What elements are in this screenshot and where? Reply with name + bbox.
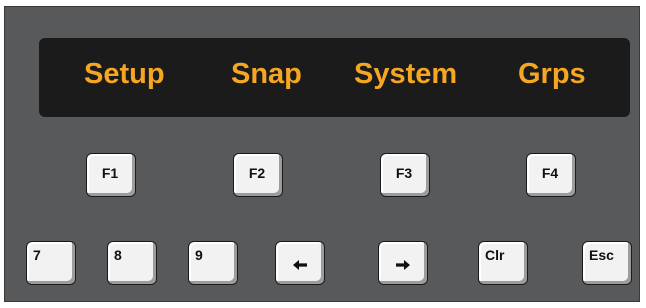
f2-key[interactable]: F2 (233, 153, 283, 197)
escape-key[interactable]: Esc (582, 241, 632, 285)
key-9-label: 9 (195, 247, 203, 263)
right-arrow-key[interactable] (378, 241, 428, 285)
key-9[interactable]: 9 (188, 241, 238, 285)
arrow-right-icon (396, 260, 410, 270)
clear-key[interactable]: Clr (478, 241, 528, 285)
left-arrow-key[interactable] (275, 241, 325, 285)
softkey-label-setup: Setup (84, 58, 165, 90)
escape-key-label: Esc (589, 247, 614, 263)
key-7-label: 7 (33, 247, 41, 263)
clear-key-label: Clr (485, 247, 505, 263)
f3-key-label: F3 (395, 165, 413, 181)
lcd-display: Setup Snap System Grps (39, 38, 630, 117)
softkey-label-grps: Grps (518, 58, 586, 90)
key-7[interactable]: 7 (26, 241, 76, 285)
arrow-left-icon (293, 260, 307, 270)
f1-key-label: F1 (101, 165, 119, 181)
f4-key-label: F4 (541, 165, 559, 181)
key-8[interactable]: 8 (107, 241, 157, 285)
softkey-label-snap: Snap (231, 58, 302, 90)
f2-key-label: F2 (248, 165, 266, 181)
f4-key[interactable]: F4 (526, 153, 576, 197)
f1-key[interactable]: F1 (86, 153, 136, 197)
f3-key[interactable]: F3 (380, 153, 430, 197)
key-8-label: 8 (114, 247, 122, 263)
keypad-panel: Setup Snap System Grps F1 F2 F3 F4 7 8 9… (4, 6, 640, 302)
softkey-label-system: System (354, 58, 458, 90)
